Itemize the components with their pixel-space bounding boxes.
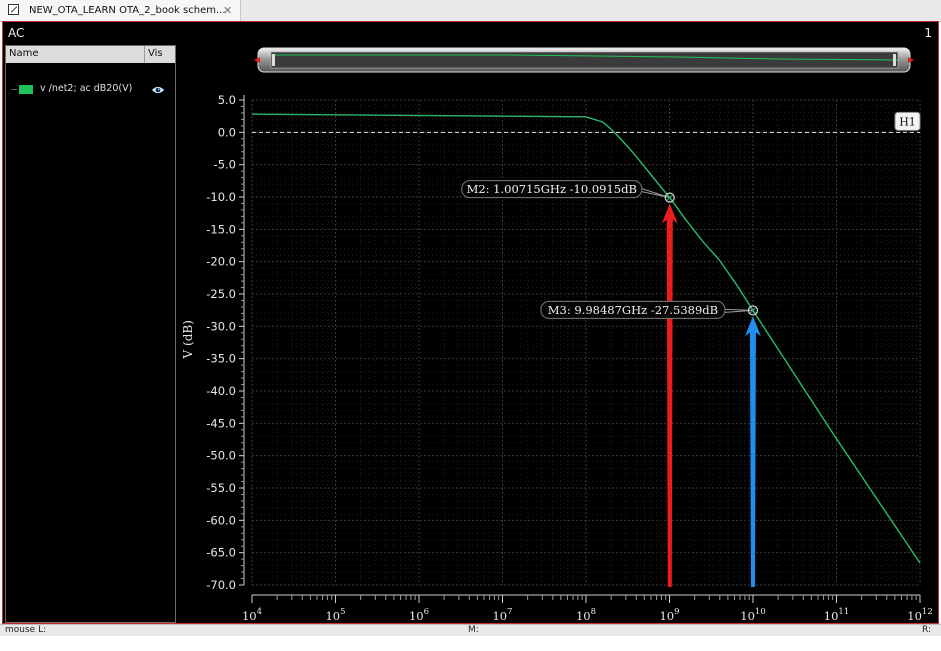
y-tick-label: -50.0 xyxy=(206,449,236,463)
h1-label: H1 xyxy=(899,115,916,128)
x-tick-label: 109 xyxy=(659,607,679,621)
overview-right-arrow[interactable] xyxy=(908,57,914,63)
y-tick-label: -60.0 xyxy=(206,513,236,527)
y-tick-label: -10.0 xyxy=(206,190,236,204)
trace-color-swatch xyxy=(19,85,33,94)
waveform-plot[interactable]: 5.0 0.0 -5.0 -10.0 -15.0 -20.0 -25.0 -30.0 -35.0… xyxy=(178,45,935,621)
y-tick-label: -70.0 xyxy=(206,578,236,592)
overview-left-handle[interactable] xyxy=(272,54,275,66)
legend-header-name[interactable]: Name xyxy=(9,48,39,59)
tab-title: NEW_OTA_LEARN OTA_2_book schem... xyxy=(29,5,226,16)
overview-scroll-strip[interactable] xyxy=(254,47,914,73)
tree-connector xyxy=(11,89,17,90)
x-tick-label: 105 xyxy=(325,607,345,621)
y-tick-label: -30.0 xyxy=(206,319,236,333)
legend-header: Name Vis xyxy=(6,46,175,63)
document-icon xyxy=(8,4,19,15)
trace-label: v /net2; ac dB20(V) xyxy=(40,83,133,94)
plot-grid xyxy=(251,99,921,586)
x-tick-label: 1011 xyxy=(824,607,849,621)
waveform-window: AC 1 Name Vis v /net2; ac dB20(V) 5.0 0.… xyxy=(2,21,939,650)
y-tick-label: -20.0 xyxy=(206,255,236,269)
blue-arrow xyxy=(744,316,761,587)
y-axis-label: V (dB) xyxy=(181,320,195,359)
trace-legend-panel: Name Vis v /net2; ac dB20(V) xyxy=(5,45,176,623)
y-tick-label: -35.0 xyxy=(206,352,236,366)
document-tab[interactable]: NEW_OTA_LEARN OTA_2_book schem... ✕ xyxy=(0,0,241,21)
overview-left-arrow[interactable] xyxy=(254,57,260,63)
annotation-arrows xyxy=(661,203,761,587)
tab-bar: NEW_OTA_LEARN OTA_2_book schem... ✕ xyxy=(0,0,941,22)
y-tick-label: 0.0 xyxy=(218,125,236,139)
y-tick-label: -5.0 xyxy=(214,158,236,172)
legend-header-vis[interactable]: Vis xyxy=(148,48,163,59)
header-divider xyxy=(144,46,145,63)
y-tick-label: -45.0 xyxy=(206,416,236,430)
x-tick-label: 104 xyxy=(242,607,262,621)
point-markers[interactable]: M2: 1.00715GHz -10.0915dB M3: 9.98487GHz … xyxy=(461,180,759,319)
x-tick-label: 108 xyxy=(576,607,596,621)
status-mouse: mouse L: xyxy=(5,625,47,635)
marker-m2-label: M2: 1.00715GHz -10.0915dB xyxy=(467,182,637,196)
legend-item[interactable]: v /net2; ac dB20(V) xyxy=(6,82,175,98)
x-tick-label: 106 xyxy=(409,607,429,621)
y-tick-label: -55.0 xyxy=(206,481,236,495)
eye-icon[interactable] xyxy=(152,84,164,96)
y-tick-label: 5.0 xyxy=(218,93,236,107)
subwindow-number: 1 xyxy=(924,26,932,40)
y-tick-label: -40.0 xyxy=(206,384,236,398)
overview-right-handle[interactable] xyxy=(893,54,896,66)
window-title: AC xyxy=(8,26,25,40)
status-right: R: xyxy=(922,625,932,635)
status-bar: mouse L: M: R: xyxy=(0,624,941,636)
y-tick-label: -25.0 xyxy=(206,287,236,301)
y-tick-label: -15.0 xyxy=(206,222,236,236)
close-tab-button[interactable]: ✕ xyxy=(223,0,232,21)
x-tick-label: 107 xyxy=(492,607,512,621)
red-arrow xyxy=(661,203,678,587)
x-tick-label: 1012 xyxy=(907,607,932,621)
x-tick-label: 1010 xyxy=(740,607,765,621)
status-middle: M: xyxy=(468,625,479,635)
marker-m3-label: M3: 9.98487GHz -27.5389dB xyxy=(548,303,718,317)
plot-axes: 5.0 0.0 -5.0 -10.0 -15.0 -20.0 -25.0 -30.0 -35.0… xyxy=(181,93,933,621)
y-tick-label: -65.0 xyxy=(206,546,236,560)
